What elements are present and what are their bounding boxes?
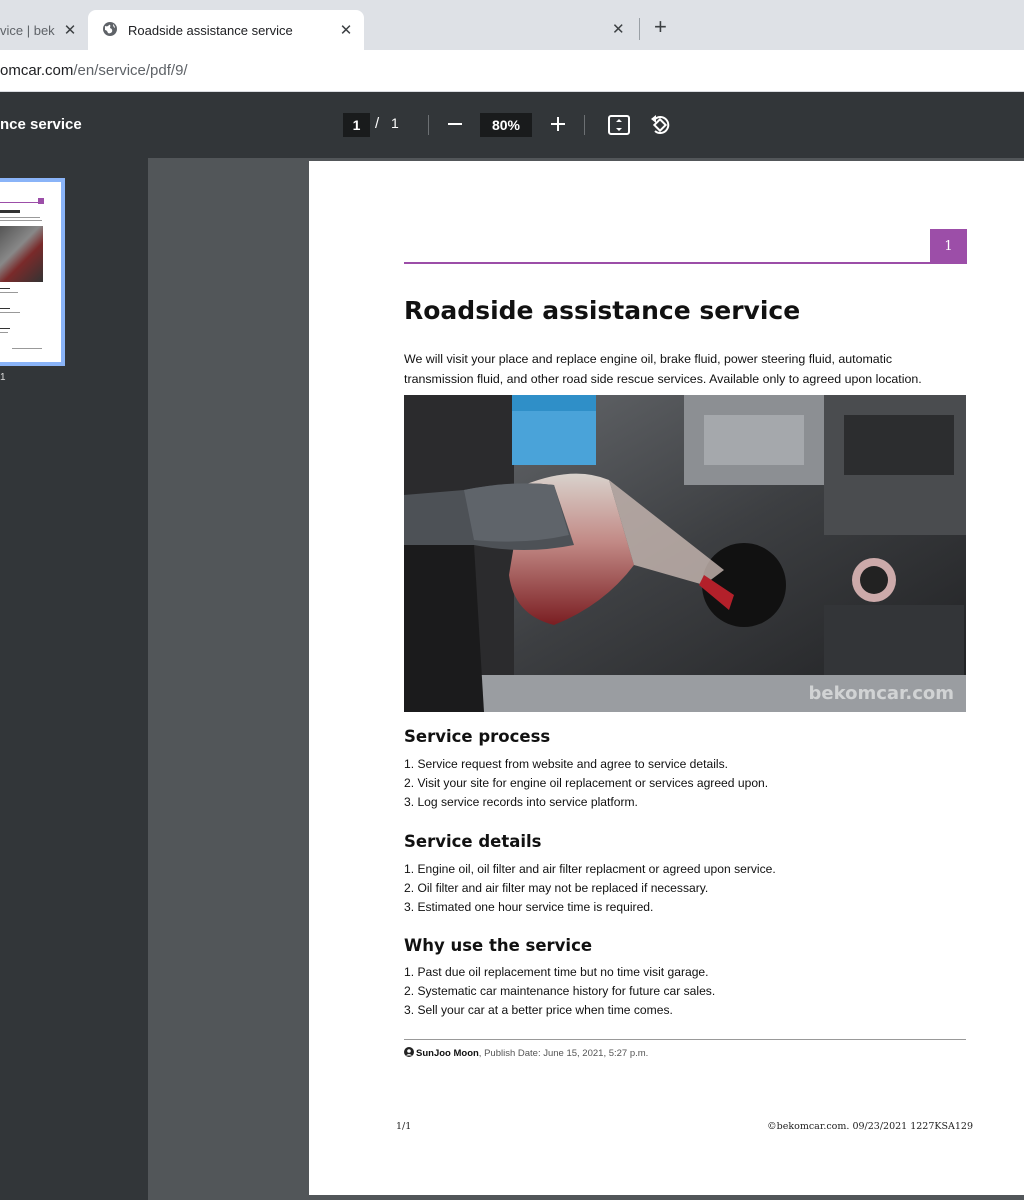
list-item: 2. Visit your site for engine oil replac…	[404, 776, 769, 790]
footer-copyright: ©bekomcar.com. 09/23/2021 1227KSA129	[767, 1121, 973, 1132]
user-icon	[404, 1047, 414, 1060]
thumb-title	[0, 210, 20, 213]
image-watermark: bekomcar.com	[808, 683, 954, 704]
footer-rule	[404, 1039, 966, 1040]
footer-page-count: 1/1	[396, 1121, 412, 1132]
pdf-page: 1 Roadside assistance service We will vi…	[309, 161, 1024, 1195]
pdf-viewer[interactable]: 1 Roadside assistance service We will vi…	[148, 158, 1024, 1200]
rotate-icon[interactable]	[648, 112, 672, 136]
page-number-badge: 1	[930, 229, 967, 264]
close-icon[interactable]: ✕	[612, 20, 625, 38]
list-item: 1. Past due oil replacement time but no …	[404, 965, 709, 979]
thumb-rule	[0, 202, 40, 203]
thumb-text	[0, 292, 18, 293]
service-photo: bekomcar.com	[404, 395, 966, 712]
list-item: 2. Oil filter and air filter may not be …	[404, 881, 709, 895]
thumb-text	[0, 217, 40, 218]
url-path: /en/service/pdf/9/	[73, 62, 188, 79]
page-title: Roadside assistance service	[404, 296, 801, 325]
divider	[639, 18, 640, 40]
thumb-text	[0, 308, 10, 309]
intro-paragraph: We will visit your place and replace eng…	[404, 352, 922, 386]
thumb-text	[0, 328, 10, 329]
address-bar[interactable]: omcar.com/en/service/pdf/9/	[0, 50, 1024, 92]
section-heading: Why use the service	[404, 936, 593, 955]
thumb-image	[0, 226, 43, 282]
list-item: 3. Sell your car at a better price when …	[404, 1003, 673, 1017]
page-separator: /	[375, 115, 380, 132]
section-list: 1. Service request from website and agre…	[404, 755, 974, 812]
section-list: 1. Past due oil replacement time but no …	[404, 963, 974, 1020]
close-icon[interactable]: ✕	[62, 22, 78, 39]
tab-title: Roadside assistance service	[128, 22, 293, 38]
page-total: 1	[391, 115, 399, 131]
section-heading: Service process	[404, 727, 551, 746]
publish-date: , Publish Date: June 15, 2021, 5:27 p.m.	[478, 1048, 649, 1059]
section-list: 1. Engine oil, oil filter and air filter…	[404, 860, 974, 917]
thumb-text	[0, 288, 10, 289]
pdf-toolbar: nce service 1 / 1 80%	[0, 92, 1024, 158]
thumb-text	[12, 348, 42, 349]
list-item: 3. Log service records into service plat…	[404, 795, 638, 809]
url-text[interactable]: omcar.com/en/service/pdf/9/	[0, 62, 188, 79]
list-item: 3. Estimated one hour service time is re…	[404, 900, 654, 914]
zoom-level-input[interactable]: 80%	[480, 113, 532, 137]
close-icon[interactable]: ✕	[338, 22, 354, 39]
globe-icon	[102, 21, 118, 40]
tab-title: vice | bek	[0, 22, 55, 38]
thumbnail-page-number: 1	[0, 372, 6, 383]
tab-inactive[interactable]: vice | bek ✕	[0, 10, 88, 50]
new-tab-icon[interactable]: +	[654, 16, 667, 38]
list-item: 2. Systematic car maintenance history fo…	[404, 984, 716, 998]
document-title: nce service	[0, 116, 82, 133]
page-thumbnail[interactable]	[0, 178, 65, 366]
fit-to-page-icon[interactable]	[607, 113, 631, 137]
divider	[584, 115, 585, 135]
author-name: SunJoo Moon	[416, 1048, 479, 1059]
thumbnail-sidebar: 1	[0, 158, 148, 1200]
url-host: omcar.com	[0, 62, 74, 79]
tab-strip: vice | bek ✕ Roadside assistance service…	[0, 0, 1024, 50]
divider	[428, 115, 429, 135]
header-rule	[404, 262, 932, 264]
list-item: 1. Service request from website and agre…	[404, 757, 729, 771]
section-heading: Service details	[404, 832, 542, 851]
tab-active[interactable]: Roadside assistance service ✕	[88, 10, 364, 50]
zoom-out-icon[interactable]	[445, 112, 465, 136]
thumb-text	[0, 312, 20, 313]
page-number-input[interactable]: 1	[343, 113, 370, 137]
list-item: 1. Engine oil, oil filter and air filter…	[404, 862, 776, 876]
zoom-in-icon[interactable]	[548, 112, 568, 136]
thumb-text	[0, 332, 8, 333]
thumb-page-box	[38, 198, 44, 204]
byline: SunJoo Moon , Publish Date: June 15, 202…	[404, 1047, 648, 1060]
thumb-text	[0, 220, 42, 221]
